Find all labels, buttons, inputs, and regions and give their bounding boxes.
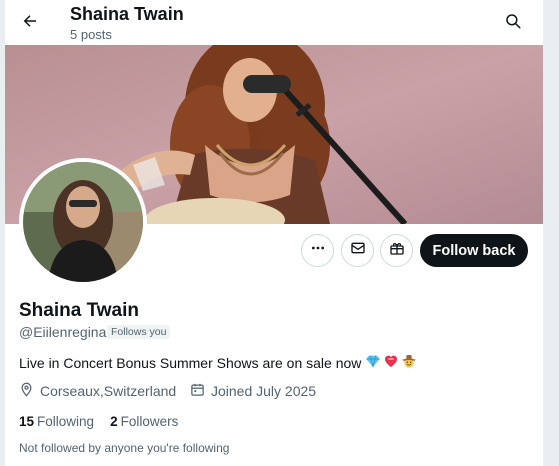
more-dots-icon (310, 240, 326, 261)
search-button[interactable] (496, 6, 530, 40)
profile-handle: @Eiilenregina (19, 324, 107, 340)
profile-header: Shaina Twain 5 posts (5, 0, 543, 45)
post-count: 5 posts (70, 27, 112, 42)
diamond-emoji (365, 353, 381, 372)
profile-bio: Live in Concert Bonus Summer Shows are o… (19, 353, 417, 372)
calendar-icon (190, 382, 211, 400)
followers-link[interactable]: 2 Followers (110, 414, 178, 429)
avatar[interactable] (19, 158, 147, 286)
header-title: Shaina Twain (70, 4, 184, 24)
bio-text: Live in Concert Bonus Summer Shows are o… (19, 354, 362, 371)
gift-icon (389, 240, 405, 261)
envelope-icon (350, 240, 366, 261)
follow-stats: 15 Following 2 Followers (19, 414, 178, 429)
more-button[interactable] (301, 234, 334, 267)
follows-you-badge: Follows you (107, 325, 171, 339)
followers-label: Followers (120, 414, 179, 429)
following-label: Following (37, 414, 95, 429)
location: Corseaux,Switzerland (19, 382, 176, 400)
follow-back-button[interactable]: Follow back (420, 234, 528, 267)
search-icon (504, 12, 522, 35)
following-count: 15 (19, 414, 35, 429)
cowboy-face-emoji (401, 353, 417, 372)
location-pin-icon (19, 382, 40, 400)
location-text: Corseaux,Switzerland (40, 383, 177, 399)
followers-count: 2 (110, 414, 118, 429)
subscribe-button[interactable] (380, 234, 413, 267)
join-date: Joined July 2025 (190, 382, 316, 400)
message-button[interactable] (341, 234, 374, 267)
following-link[interactable]: 15 Following (19, 414, 94, 429)
profile-page: Shaina Twain 5 posts Follow back Shaina … (5, 0, 543, 466)
heart-with-ribbon-emoji (383, 353, 399, 372)
not-followed-note: Not followed by anyone you're following (19, 441, 230, 455)
bio-emojis (365, 353, 417, 372)
back-button[interactable] (13, 6, 47, 40)
join-date-text: Joined July 2025 (211, 383, 317, 399)
profile-name: Shaina Twain (19, 300, 140, 321)
arrow-left-icon (21, 12, 39, 35)
